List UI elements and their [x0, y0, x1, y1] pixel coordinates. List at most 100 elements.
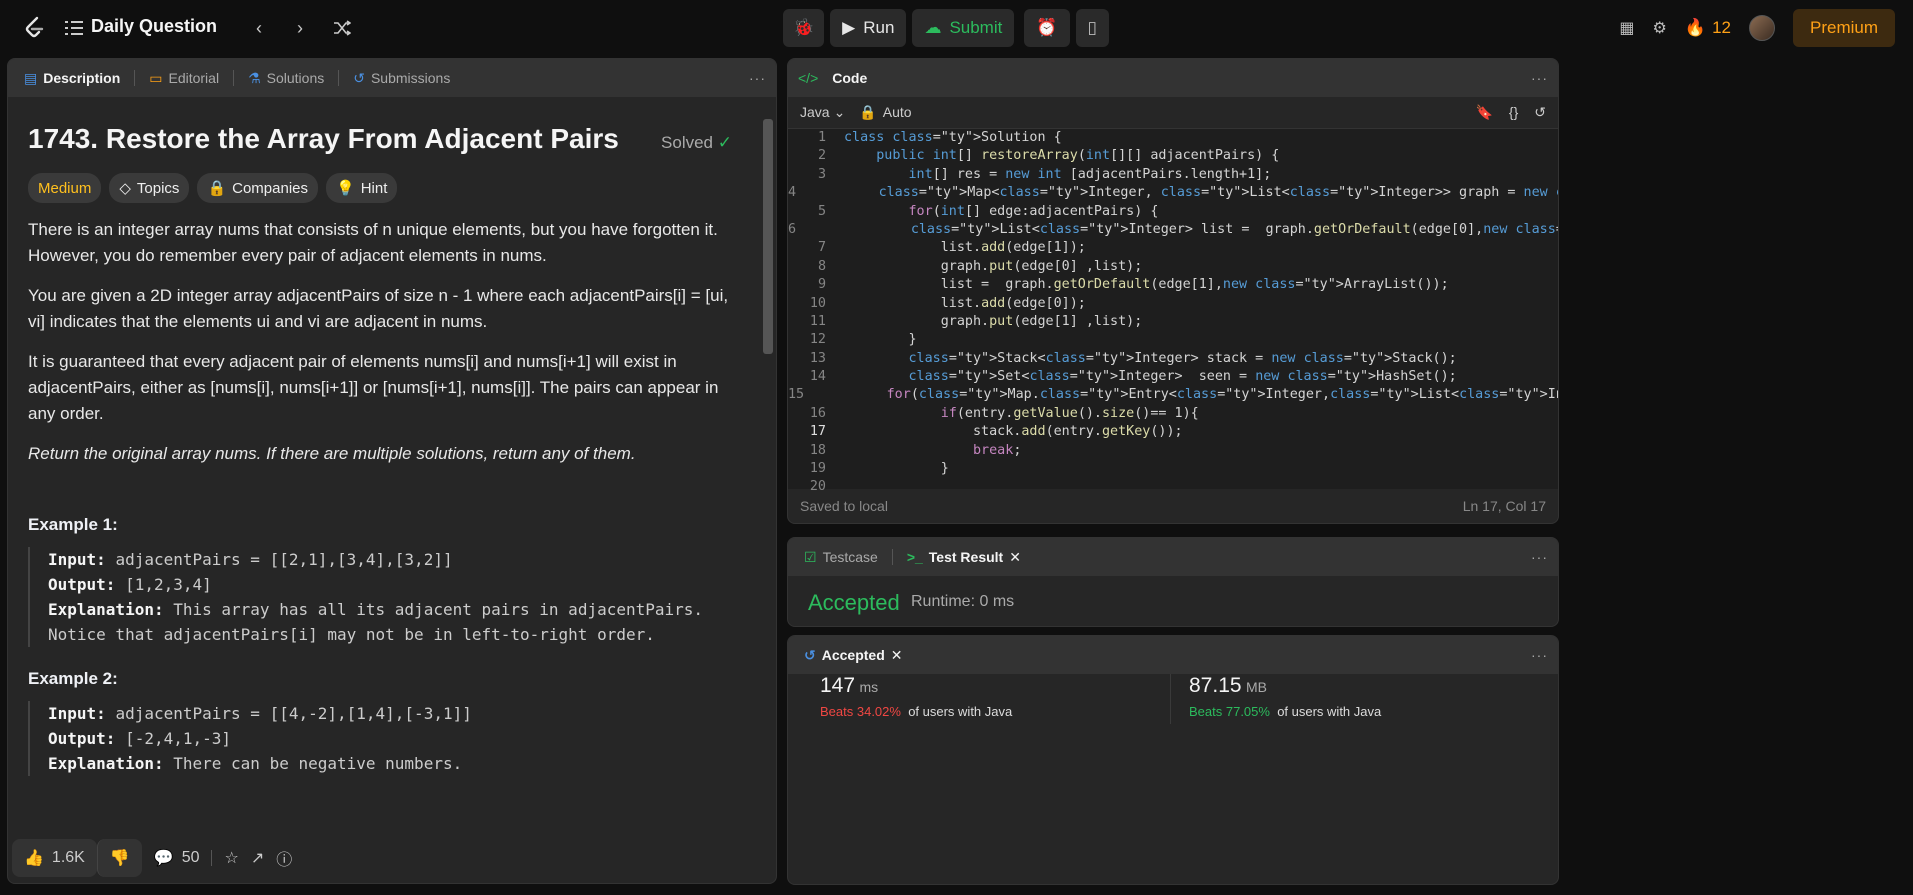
example-1-heading: Example 1:	[28, 515, 118, 534]
code-line[interactable]: 9 list = graph.getOrDefault(edge[1],new …	[788, 276, 1558, 294]
code-line[interactable]: 8 graph.put(edge[0] ,list);	[788, 258, 1558, 276]
shuffle-icon[interactable]	[328, 14, 356, 42]
topics-button[interactable]: ◇ Topics	[109, 173, 190, 203]
tab-solutions[interactable]: ⚗ Solutions	[242, 70, 330, 87]
line-number: 17	[809, 424, 826, 440]
code-line[interactable]: 5 for(int[] edge:adjacentPairs) {	[788, 203, 1558, 221]
line-number: 3	[817, 166, 826, 182]
more-options-icon[interactable]: ···	[749, 70, 766, 86]
book-icon: ▭	[149, 69, 163, 86]
code-line[interactable]: 18 break;	[788, 442, 1558, 460]
code-line[interactable]: 16 if(entry.getValue().size()== 1){	[788, 405, 1558, 423]
companies-button[interactable]: 🔒 Companies	[197, 173, 318, 203]
code-line[interactable]: 1 class class="ty">Solution {	[788, 129, 1558, 147]
lightbulb-icon: 💡	[336, 180, 355, 197]
description-scrollbar[interactable]	[760, 97, 774, 833]
code-more-icon[interactable]: ···	[1531, 70, 1548, 86]
history-icon: ↺	[804, 646, 816, 663]
test-result-status: Accepted	[808, 590, 900, 615]
tab-submissions[interactable]: ↺ Submissions	[347, 70, 456, 87]
problem-paragraph-4: Return the original array nums. If there…	[28, 444, 636, 463]
fire-icon: 🔥	[1684, 18, 1707, 37]
share-icon[interactable]: ↗	[251, 848, 264, 868]
comments-button[interactable]: 💬 50	[154, 848, 200, 868]
code-line[interactable]: 14 class="ty">Set<class="ty">Integer> se…	[788, 368, 1558, 386]
line-number: 19	[809, 461, 826, 477]
star-icon[interactable]: ☆	[224, 848, 238, 868]
hint-button[interactable]: 💡 Hint	[326, 173, 398, 203]
problem-list-icon[interactable]	[60, 14, 88, 42]
code-text: class="ty">Set<class="ty">Integer> seen …	[908, 369, 1457, 385]
bookmark-icon[interactable]: 🔖	[1475, 104, 1492, 121]
code-line[interactable]: 13 class="ty">Stack<class="ty">Integer> …	[788, 350, 1558, 368]
tab-accepted[interactable]: ↺ Accepted ✕	[798, 647, 909, 664]
code-line[interactable]: 11 graph.put(edge[1] ,list);	[788, 313, 1558, 331]
format-braces-icon[interactable]: {}	[1509, 104, 1518, 121]
solved-status: Solved ✓	[661, 133, 732, 152]
code-line[interactable]: 6 class="ty">List<class="ty">Integer> li…	[788, 221, 1558, 239]
submit-button[interactable]: ☁ Submit	[912, 9, 1015, 47]
like-button[interactable]: 👍 1.6K	[12, 839, 97, 877]
avatar[interactable]	[1748, 15, 1775, 41]
test-result-panel: ☑ Testcase >_ Test Result ✕ ··· Accepted Ru…	[787, 537, 1559, 627]
runtime-stat[interactable]: 147 ms Beats 34.02% of users with Java	[820, 674, 1013, 724]
code-text: break;	[973, 442, 1022, 458]
code-toolbar: Java ⌄ 🔒 Auto 🔖 {} ↺	[788, 97, 1558, 129]
line-number: 8	[817, 258, 826, 274]
timer-button[interactable]: ⏰	[1024, 9, 1070, 47]
line-number: 11	[809, 313, 826, 329]
close-icon[interactable]: ✕	[891, 647, 903, 664]
close-icon[interactable]: ✕	[1009, 549, 1021, 566]
debug-button[interactable]: 🐞	[783, 9, 825, 47]
code-line[interactable]: 7 list.add(edge[1]);	[788, 239, 1558, 257]
code-tab-title[interactable]: Code	[826, 70, 873, 86]
code-editor[interactable]: 1 class class="ty">Solution {2 public int…	[788, 129, 1558, 494]
alarm-clock-icon: ⏰	[1036, 18, 1058, 37]
code-line[interactable]: 19 }	[788, 460, 1558, 478]
prev-problem-icon[interactable]: ‹	[245, 14, 273, 42]
code-text: class="ty">Stack<class="ty">Integer> sta…	[908, 350, 1457, 366]
help-icon[interactable]: ⓘ	[276, 846, 292, 870]
line-number: 16	[809, 405, 826, 421]
next-problem-icon[interactable]: ›	[286, 14, 314, 42]
streak-counter[interactable]: 🔥 12	[1685, 18, 1731, 38]
language-select[interactable]: Java ⌄	[800, 104, 845, 121]
leetcode-logo-icon[interactable]	[20, 14, 48, 42]
premium-button[interactable]: Premium	[1792, 9, 1895, 47]
code-line[interactable]: 12 }	[788, 331, 1558, 349]
code-line[interactable]: 2 public int[] restoreArray(int[][] adja…	[788, 147, 1558, 165]
layout-icon[interactable]: ▦	[1619, 18, 1634, 38]
tab-description[interactable]: ▤ Description	[18, 70, 126, 87]
top-bar: Daily Question ‹ › 🐞 ▶ Run ☁ Submit ⏰ ▯ …	[0, 0, 1913, 56]
reset-icon[interactable]: ↺	[1534, 104, 1546, 121]
code-line[interactable]: 10 list.add(edge[0]);	[788, 295, 1558, 313]
memory-stat[interactable]: 87.15 MB Beats 77.05% of users with Java	[1189, 674, 1382, 724]
line-number: 4	[788, 185, 797, 201]
line-number: 14	[809, 369, 826, 385]
code-icon: </>	[798, 70, 819, 86]
code-line[interactable]: 3 int[] res = new int [adjacentPairs.len…	[788, 166, 1558, 184]
auto-mode[interactable]: 🔒 Auto	[859, 104, 911, 121]
test-tabs: ☑ Testcase >_ Test Result ✕ ···	[788, 538, 1558, 576]
code-text: }	[844, 332, 917, 348]
line-number: 2	[817, 148, 826, 164]
settings-gear-icon[interactable]: ⚙	[1653, 18, 1667, 38]
tab-editorial[interactable]: ▭ Editorial	[143, 70, 225, 87]
stats-more-icon[interactable]: ···	[1531, 647, 1548, 663]
test-more-icon[interactable]: ···	[1531, 549, 1548, 565]
line-number: 6	[788, 221, 797, 237]
tab-testcase[interactable]: ☑ Testcase	[798, 549, 884, 566]
daily-question-title[interactable]: Daily Question	[91, 16, 217, 37]
tab-test-result[interactable]: >_ Test Result ✕	[901, 549, 1027, 566]
code-text: for(class="ty">Map.class="ty">Entry<clas…	[886, 387, 1558, 403]
code-line[interactable]: 4 class="ty">Map<class="ty">Integer, cla…	[788, 184, 1558, 202]
dislike-button[interactable]: 👎	[96, 839, 142, 877]
run-button[interactable]: ▶ Run	[830, 9, 907, 47]
difficulty-badge[interactable]: Medium	[28, 173, 102, 203]
code-line[interactable]: 15 for(class="ty">Map.class="ty">Entry<c…	[788, 386, 1558, 404]
notes-button[interactable]: ▯	[1075, 9, 1109, 47]
code-text: if(entry.getValue().size()== 1){	[940, 405, 1199, 421]
comment-icon: 💬	[153, 850, 174, 867]
code-line[interactable]: 17 stack.add(entry.getKey());	[788, 423, 1558, 441]
line-number: 13	[809, 350, 826, 366]
